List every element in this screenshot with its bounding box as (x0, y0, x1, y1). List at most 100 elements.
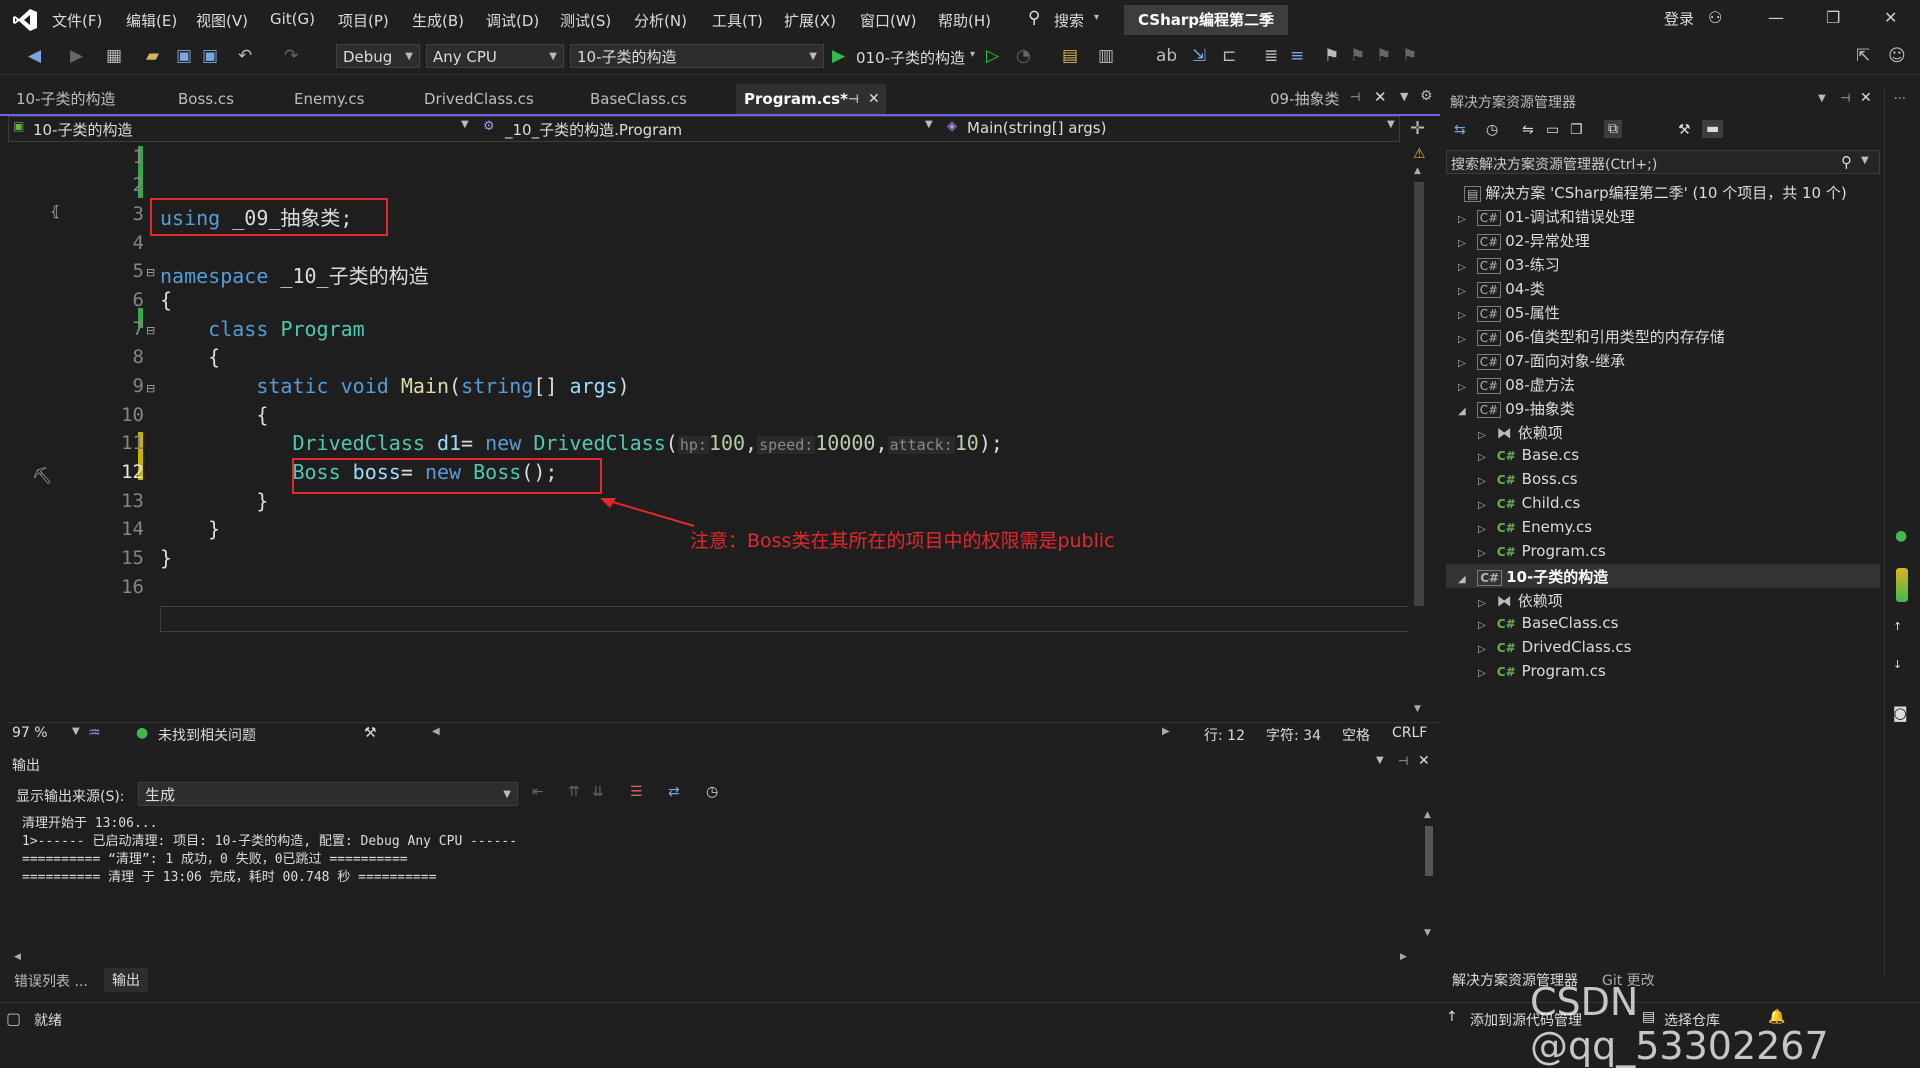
menu-build[interactable]: 生成(B) (412, 10, 464, 31)
scroll-left-icon[interactable]: ◀ (14, 952, 21, 962)
save-icon[interactable]: ▣ (176, 46, 192, 66)
whitespace-mode[interactable]: 空格 (1342, 725, 1370, 745)
fold-icon[interactable]: ⊟ (146, 324, 155, 337)
expand-icon[interactable]: ▷ (1458, 214, 1472, 225)
tree-solution-root[interactable]: ▤ 解决方案 'CSharp编程第二季' (10 个项目，共 10 个) (1464, 182, 1847, 203)
tree-file[interactable]: ▷ C# Boss.cs (1478, 470, 1578, 488)
configuration-select[interactable]: Debug ▼ (336, 44, 420, 68)
pin-icon[interactable]: ⊣ (1350, 90, 1360, 104)
tree-file[interactable]: ▷ C# Child.cs (1478, 494, 1580, 512)
close-window-button[interactable]: ✕ (1884, 8, 1897, 27)
spellcheck-icon[interactable]: ab (1156, 46, 1177, 66)
tab-boss-cs[interactable]: Boss.cs (170, 84, 280, 114)
forward-icon[interactable]: ▶ (70, 46, 83, 66)
menu-file[interactable]: 文件(F) (52, 10, 102, 31)
scrollbar-thumb[interactable] (1425, 826, 1433, 876)
tree-project-expanded-selected[interactable]: ◢ C# 10-子类的构造 (1458, 566, 1608, 587)
preview-icon[interactable]: ▬ (1702, 120, 1724, 138)
search-icon[interactable]: ⚲ (1841, 153, 1852, 171)
tab-baseclass-cs[interactable]: BaseClass.cs (582, 84, 732, 114)
issues-status[interactable]: 未找到相关问题 (158, 725, 256, 745)
word-wrap-icon[interactable]: ⇄ (668, 784, 680, 800)
expand-icon[interactable]: ▷ (1478, 548, 1492, 559)
platform-select[interactable]: Any CPU ▼ (426, 44, 564, 68)
project-dropdown[interactable]: 10-子类的构造 (33, 119, 133, 140)
tab-preview-project[interactable]: 09-抽象类 (1262, 84, 1358, 114)
diagnostic-tools-tab[interactable]: ⋮ (1893, 92, 1907, 104)
login-link[interactable]: 登录 (1664, 8, 1694, 29)
show-all-files-icon[interactable]: ❐ (1570, 122, 1583, 138)
tree-project[interactable]: ▷ C# 06-值类型和引用类型的内存存储 (1458, 326, 1725, 347)
expand-icon[interactable]: ▷ (1478, 644, 1492, 655)
line-ending[interactable]: CRLF (1392, 725, 1427, 741)
menu-window[interactable]: 窗口(W) (860, 10, 917, 31)
run-target-button[interactable]: 010-子类的构造 (856, 47, 965, 68)
tree-file[interactable]: ▷ C# DrivedClass.cs (1478, 638, 1631, 656)
code-editor[interactable]: ⦃ ⛏ 1 2 3 4 5 6 7 8 9 10 11 12 13 14 15 … (8, 142, 1430, 722)
pending-changes-icon[interactable]: ◷ (1486, 122, 1498, 138)
output-source-select[interactable]: 生成 ▼ (138, 782, 518, 806)
redo-icon[interactable]: ↷ (284, 46, 298, 66)
tree-dependencies[interactable]: ▷ ⧓ 依赖项 (1478, 590, 1563, 611)
menu-help[interactable]: 帮助(H) (938, 10, 991, 31)
step-icon[interactable]: ⇲ (1192, 46, 1206, 66)
tree-project[interactable]: ▷ C# 01-调试和错误处理 (1458, 206, 1635, 227)
tree-project[interactable]: ▷ C# 03-练习 (1458, 254, 1560, 275)
bookmark-next-icon[interactable]: ⚑ (1376, 46, 1391, 66)
expand-icon[interactable]: ▷ (1458, 286, 1472, 297)
expand-icon[interactable]: ▷ (1478, 452, 1492, 463)
code-lens-icon[interactable]: ⦃ (50, 204, 60, 220)
expand-icon[interactable]: ▷ (1458, 238, 1472, 249)
chevron-down-icon[interactable]: ▼ (461, 119, 469, 130)
tab-drivedclass-cs[interactable]: DrivedClass.cs (416, 84, 566, 114)
menu-tools[interactable]: 工具(T) (712, 10, 763, 31)
tree-project[interactable]: ▷ C# 04-类 (1458, 278, 1545, 299)
tree-file[interactable]: ▷ C# Base.cs (1478, 446, 1579, 464)
layout-icon[interactable]: ▥ (1098, 46, 1114, 66)
close-tab-icon[interactable]: ✕ (1374, 88, 1387, 106)
expand-icon[interactable]: ▷ (1458, 262, 1472, 273)
previous-message-icon[interactable]: ⇈ (568, 784, 580, 800)
expand-icon[interactable]: ▷ (1458, 334, 1472, 345)
bookmark-prev-icon[interactable]: ⚑ (1350, 46, 1365, 66)
wrench-icon[interactable]: ⚒ (1678, 122, 1691, 138)
chevron-down-icon[interactable]: ▼ (1818, 93, 1826, 104)
tree-file[interactable]: ▷ C# Program.cs (1478, 662, 1606, 680)
restore-button[interactable]: ❐ (1826, 8, 1840, 27)
close-tab-icon[interactable]: ✕ (868, 84, 880, 114)
tab-error-list[interactable]: 错误列表 ... (14, 971, 88, 991)
tree-file[interactable]: ▷ C# Enemy.cs (1478, 518, 1592, 536)
tree-project-expanded[interactable]: ◢ C# 09-抽象类 (1458, 398, 1575, 419)
hot-reload-icon[interactable]: ◔ (1016, 46, 1031, 66)
tree-project[interactable]: ▷ C# 02-异常处理 (1458, 230, 1590, 251)
sync-icon[interactable]: ⇋ (1522, 122, 1534, 138)
bookmark-clear-icon[interactable]: ⚑ (1402, 46, 1417, 66)
expand-icon[interactable]: ▷ (1478, 598, 1492, 609)
scrollbar-thumb[interactable] (1414, 182, 1424, 606)
scroll-down-icon[interactable]: ▼ (1414, 704, 1421, 714)
menu-analyze[interactable]: 分析(N) (634, 10, 687, 31)
back-icon[interactable]: ◀ (28, 46, 41, 66)
chevron-down-icon[interactable]: ▼ (72, 726, 80, 737)
menu-edit[interactable]: 编辑(E) (126, 10, 177, 31)
zoom-level[interactable]: 97 % (12, 725, 48, 741)
tree-file[interactable]: ▷ C# BaseClass.cs (1478, 614, 1618, 632)
undo-icon[interactable]: ↶ (238, 46, 252, 66)
tree-project[interactable]: ▷ C# 05-属性 (1458, 302, 1560, 323)
camera-icon[interactable]: ◙ (1893, 704, 1908, 722)
solution-search-input[interactable]: 搜索解决方案资源管理器(Ctrl+;) ⚲ ▼ (1446, 150, 1880, 174)
collapse-all-icon[interactable]: ▭ (1546, 122, 1559, 138)
collapse-icon[interactable]: ◢ (1458, 406, 1472, 417)
menu-debug[interactable]: 调试(D) (486, 10, 539, 31)
search-box[interactable]: 搜索 (1054, 10, 1084, 31)
expand-icon[interactable]: ▷ (1458, 358, 1472, 369)
char-position[interactable]: 字符: 34 (1266, 725, 1321, 745)
menu-test[interactable]: 测试(S) (560, 10, 611, 31)
gear-icon[interactable]: ⚙ (1420, 88, 1433, 104)
go-to-location-icon[interactable]: ⇤ (532, 784, 544, 800)
tree-project[interactable]: ▷ C# 07-面向对象-继承 (1458, 350, 1625, 371)
split-editor-icon[interactable]: ✛ (1410, 118, 1425, 139)
menu-extensions[interactable]: 扩展(X) (784, 10, 836, 31)
menu-project[interactable]: 项目(P) (338, 10, 389, 31)
tab-project-label[interactable]: 10-子类的构造 (8, 84, 160, 114)
